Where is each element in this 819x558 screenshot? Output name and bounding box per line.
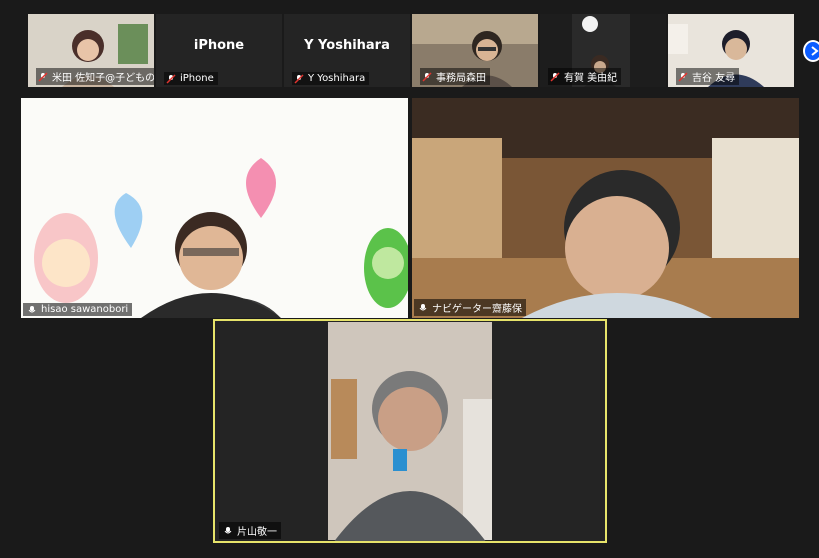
chevron-right-icon (811, 46, 819, 56)
thumbnail-5[interactable]: 有賀 美由紀 (540, 14, 666, 87)
participant-name-tag: 吉谷 友尋 (676, 68, 740, 85)
participant-name: 片山敬一 (237, 527, 277, 538)
thumbnail-4[interactable]: 事務局森田 (412, 14, 538, 87)
participant-name: ナビゲーター齋藤保 (432, 304, 522, 315)
muted-mic-icon (294, 73, 304, 84)
video-tile-2[interactable]: ナビゲーター齋藤保 (412, 98, 799, 318)
participant-name: 米田 佐知子@子どもの… (52, 73, 154, 84)
participant-video (412, 98, 799, 318)
participant-name-tag: 米田 佐知子@子どもの… (36, 68, 154, 85)
participant-name-tag: iPhone (164, 72, 218, 85)
participant-name-tag: 有賀 美由紀 (548, 68, 622, 85)
muted-mic-icon (678, 71, 688, 82)
thumbnail-1[interactable]: 米田 佐知子@子どもの… (28, 14, 154, 87)
participant-name-tag: ナビゲーター齋藤保 (414, 299, 526, 316)
participant-name-tag: 片山敬一 (219, 522, 281, 539)
mic-icon (224, 526, 232, 533)
thumbnail-3[interactable]: Y Yoshihara Y Yoshihara (284, 14, 410, 87)
participant-name: Y Yoshihara (308, 73, 366, 84)
video-tile-1[interactable]: hisao sawanobori (21, 98, 408, 318)
participant-name: 吉谷 友尋 (692, 73, 736, 84)
participant-video (213, 319, 607, 543)
mic-icon (419, 303, 427, 310)
participant-name-tag: Y Yoshihara (292, 72, 370, 85)
participant-video (21, 98, 408, 318)
participant-label: iPhone (193, 38, 245, 53)
muted-mic-icon (38, 71, 48, 82)
participant-label: Y Yoshihara (304, 38, 390, 53)
mic-icon (28, 305, 36, 312)
participant-name: 事務局森田 (436, 73, 486, 84)
muted-mic-icon (166, 73, 176, 84)
participant-name: 有賀 美由紀 (564, 73, 618, 84)
muted-mic-icon (422, 71, 432, 82)
muted-mic-icon (550, 71, 560, 82)
participant-name: hisao sawanobori (41, 304, 129, 315)
thumbnail-2[interactable]: iPhone iPhone (156, 14, 282, 87)
participant-name: iPhone (180, 73, 214, 84)
next-page-button[interactable] (803, 40, 819, 62)
active-speaker-tile[interactable]: 片山敬一 (213, 319, 607, 543)
participant-name-tag: hisao sawanobori (23, 303, 133, 316)
participant-name-tag: 事務局森田 (420, 68, 490, 85)
thumbnail-6[interactable]: 吉谷 友尋 (668, 14, 794, 87)
